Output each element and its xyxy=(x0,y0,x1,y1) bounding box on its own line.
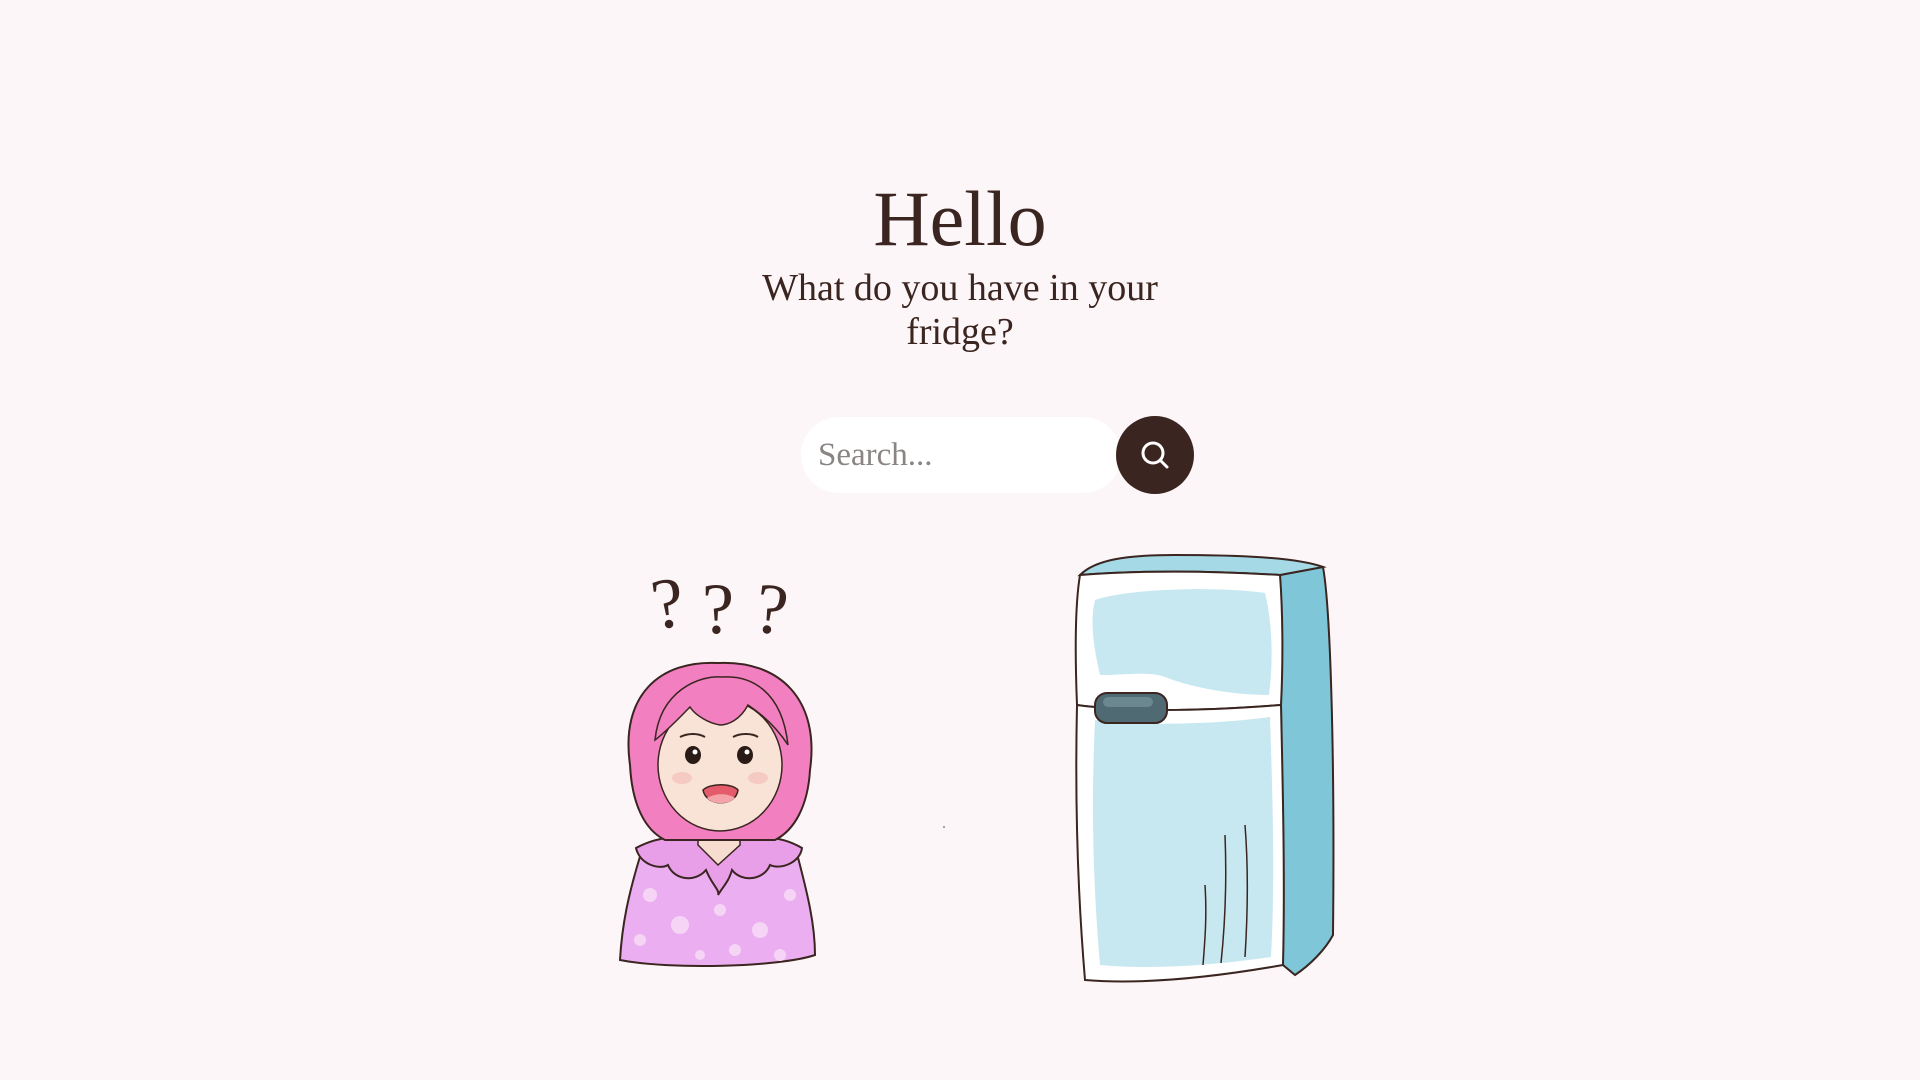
page-title: Hello xyxy=(873,175,1047,262)
search-bar xyxy=(801,416,1194,494)
search-input[interactable] xyxy=(801,417,1121,493)
right-eye xyxy=(737,746,753,764)
search-button[interactable] xyxy=(1116,416,1194,494)
page-subtitle: What do you have in your fridge? xyxy=(762,267,1158,353)
question-marks: ? ? ? xyxy=(646,561,793,651)
confused-girl-illustration: ? ? ? xyxy=(610,561,825,970)
question-mark: ? xyxy=(702,569,734,649)
fridge-illustration xyxy=(1055,545,1345,995)
hero: Hello What do you have in your fridge? xyxy=(0,170,1920,354)
decorative-dot xyxy=(943,826,945,828)
question-mark: ? xyxy=(646,565,689,645)
fridge-side xyxy=(1278,565,1335,977)
left-eye xyxy=(685,746,701,764)
search-icon xyxy=(1141,441,1169,469)
question-mark: ? xyxy=(750,567,793,651)
